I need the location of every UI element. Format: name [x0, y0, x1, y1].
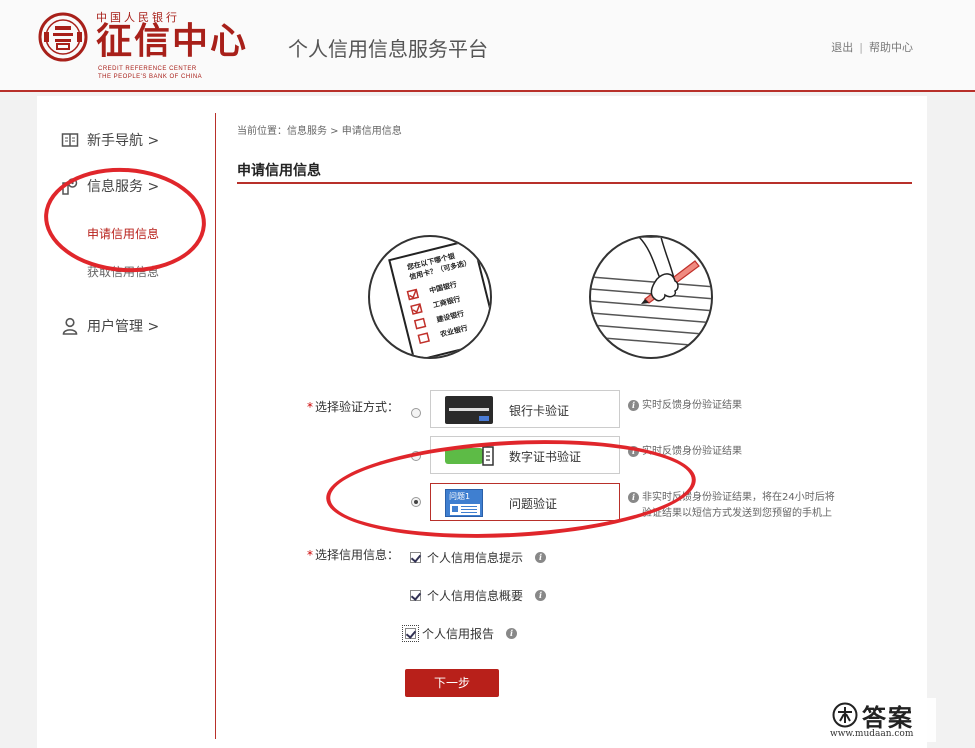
option-bank-card[interactable]: 银行卡验证	[430, 390, 620, 428]
info-icon[interactable]: i	[535, 552, 547, 563]
option-bank-card-label: 银行卡验证	[509, 404, 570, 418]
writing-hand-icon	[591, 237, 711, 348]
logo-english-line1: CREDIT REFERENCE CENTER	[98, 66, 197, 72]
info-icon[interactable]: i	[506, 628, 518, 639]
question-card-icon-text: 问题1	[449, 492, 471, 501]
sidebar-item-guide[interactable]: 新手导航 >	[61, 129, 159, 151]
question-card-icon: 问题1	[445, 489, 483, 517]
user-icon	[62, 317, 78, 335]
hint-digital-cert-text: 实时反馈身份验证结果	[642, 446, 742, 457]
credit-info-label-text: 选择信用信息：	[315, 548, 400, 562]
hint-question-line2: 验证结果以短信方式发送到您预留的手机上	[642, 508, 832, 519]
checkbox-row-credit-tip[interactable]: 个人信用信息提示 i	[410, 549, 549, 566]
book-icon	[61, 133, 79, 147]
radio-bank-card[interactable]	[411, 408, 421, 418]
title-divider	[237, 182, 912, 184]
sidebar-item-user-management[interactable]: 用户管理 >	[61, 315, 159, 337]
sidebar-item-info-service-label: 信息服务 >	[87, 179, 160, 195]
main-panel: 新手导航 > 信息服务 > 申请信用信息 获取信用信息 用户管理 > 当前位置：…	[37, 96, 927, 748]
page-title: 申请信用信息	[237, 163, 321, 179]
checkbox-credit-report-label: 个人信用报告	[422, 627, 495, 641]
sidebar-subitem-apply-credit[interactable]: 申请信用信息	[87, 225, 159, 242]
hint-question: i 非实时反馈身份验证结果，将在24小时后将 验证结果以短信方式发送到您预留的手机…	[628, 490, 835, 522]
writing-illustration	[589, 235, 713, 359]
breadcrumb: 当前位置：信息服务 > 申请信用信息	[237, 126, 402, 137]
sidebar: 新手导航 > 信息服务 > 申请信用信息 获取信用信息 用户管理 >	[37, 96, 217, 748]
info-icon: i	[628, 491, 639, 503]
key-icon	[62, 178, 78, 195]
watermark-text: 答案	[862, 704, 914, 732]
sidebar-item-user-management-label: 用户管理 >	[87, 319, 160, 335]
checkbox-credit-report[interactable]	[402, 625, 419, 642]
hint-digital-cert: i 实时反馈身份验证结果	[628, 444, 742, 460]
logout-link[interactable]: 退出	[831, 41, 853, 54]
credit-center-logo[interactable]: 中国人民银行 征信中心 CREDIT REFERENCE CENTER THE …	[38, 8, 248, 80]
checkbox-credit-summary-label: 个人信用信息概要	[427, 589, 524, 603]
checkbox-credit-tip-label: 个人信用信息提示	[427, 551, 524, 565]
sidebar-subitem-get-credit[interactable]: 获取信用信息	[87, 263, 159, 280]
help-center-link[interactable]: 帮助中心	[869, 41, 913, 54]
info-icon: i	[628, 399, 639, 411]
checkbox-row-credit-report[interactable]: 个人信用报告 i	[402, 625, 520, 642]
checkbox-credit-summary[interactable]	[410, 590, 421, 601]
option-question-label: 问题验证	[509, 497, 558, 511]
sidebar-divider	[215, 113, 216, 739]
radio-question[interactable]	[411, 497, 421, 507]
credit-info-label: * 选择信用信息：	[307, 548, 400, 562]
info-icon: i	[628, 445, 639, 457]
option-digital-cert-label: 数字证书验证	[509, 450, 582, 464]
credit-center-seal-icon	[38, 12, 88, 62]
hint-question-line1: 非实时反馈身份验证结果，将在24小时后将	[642, 492, 835, 503]
option-digital-cert[interactable]: 数字证书验证	[430, 436, 620, 474]
verify-method-label: * 选择验证方式：	[307, 400, 400, 414]
option-question[interactable]: 问题1 问题验证	[430, 483, 620, 521]
verify-method-label-text: 选择验证方式：	[315, 400, 400, 414]
checkbox-credit-tip[interactable]	[410, 552, 421, 563]
questionnaire-illustration: 您在以下哪个银 信用卡？（可多选） 中国银行 工商银行 建设银行 农业银行	[368, 235, 492, 359]
link-separator: |	[859, 41, 863, 54]
watermark-logo-icon	[832, 702, 858, 728]
checkbox-row-credit-summary[interactable]: 个人信用信息概要 i	[410, 587, 549, 604]
header: 中国人民银行 征信中心 CREDIT REFERENCE CENTER THE …	[0, 0, 975, 92]
logo-big-text: 征信中心	[96, 20, 249, 62]
info-icon[interactable]: i	[535, 590, 547, 601]
sidebar-item-guide-label: 新手导航 >	[87, 133, 160, 149]
watermark: 答案 www.mudaan.com	[824, 698, 936, 742]
radio-digital-cert[interactable]	[411, 451, 421, 461]
bank-card-icon	[445, 396, 493, 424]
next-step-button[interactable]: 下一步	[405, 669, 499, 697]
hint-bank-card: i 实时反馈身份验证结果	[628, 398, 742, 414]
top-links: 退出 | 帮助中心	[831, 39, 913, 55]
logo-english-line2: THE PEOPLE'S BANK OF CHINA	[98, 74, 203, 80]
watermark-url: www.mudaan.com	[830, 729, 914, 739]
digital-certificate-icon	[445, 446, 494, 466]
site-title: 个人信用信息服务平台	[288, 37, 488, 61]
hint-bank-card-text: 实时反馈身份验证结果	[642, 400, 742, 411]
sidebar-item-info-service[interactable]: 信息服务 >	[61, 175, 159, 197]
